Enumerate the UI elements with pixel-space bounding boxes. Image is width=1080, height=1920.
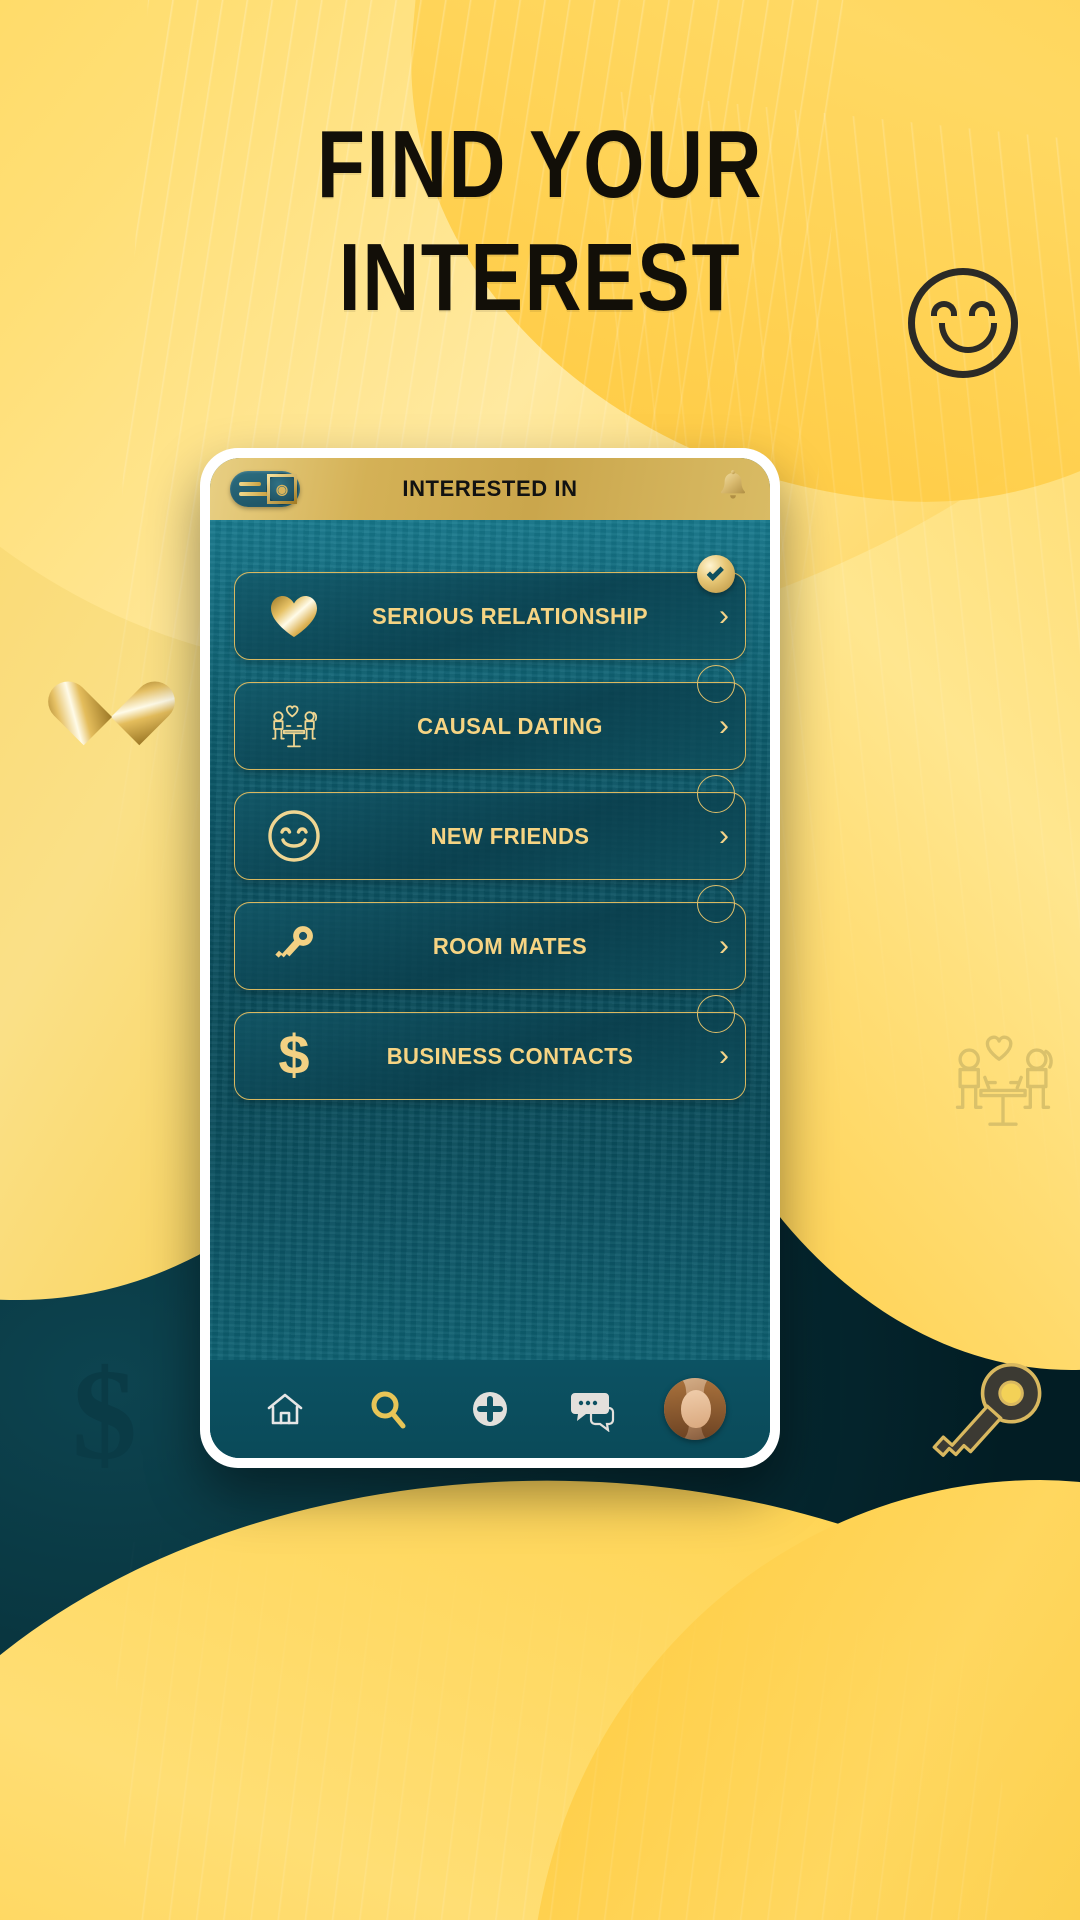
interest-label: BUSINESS CONTACTS <box>386 1042 634 1069</box>
couple-table-icon <box>261 697 327 755</box>
status-badge-unselected[interactable] <box>697 775 735 813</box>
nav-item-search[interactable] <box>355 1376 421 1442</box>
bell-icon[interactable] <box>716 469 750 510</box>
check-icon <box>706 563 725 581</box>
avatar <box>663 1378 726 1440</box>
phone-mockup: ◉ INTERESTED IN SERIOUS RELATIONSHIP › C… <box>200 448 780 1468</box>
promo-headline-line1: FIND YOUR <box>316 111 764 218</box>
interest-label: CAUSAL DATING <box>417 712 603 739</box>
avatar-face <box>680 1390 711 1428</box>
smiley-eye-right-icon <box>969 301 995 316</box>
dollar-sign-icon: $ <box>72 1343 137 1487</box>
svg-text:$: $ <box>278 1027 309 1085</box>
status-badge-unselected[interactable] <box>697 995 735 1033</box>
phone-screen: ◉ INTERESTED IN SERIOUS RELATIONSHIP › C… <box>210 458 770 1458</box>
smiley-icon <box>908 268 1018 378</box>
smiley-mouth-icon <box>939 323 997 353</box>
interest-label: ROOM MATES <box>432 932 588 959</box>
interest-card-room-mates[interactable]: ROOM MATES › <box>234 885 746 990</box>
menu-toggle-icon[interactable]: ◉ <box>230 471 300 507</box>
app-header: ◉ INTERESTED IN <box>210 458 770 520</box>
interest-card-causal-dating[interactable]: CAUSAL DATING › <box>234 665 746 770</box>
nav-item-messages[interactable] <box>559 1376 625 1442</box>
background-striations-bottom <box>108 1497 1012 1920</box>
key-icon <box>261 919 327 973</box>
interest-card-new-friends[interactable]: NEW FRIENDS › <box>234 775 746 880</box>
smiley-outline-icon <box>261 808 327 864</box>
key-icon <box>912 1345 1062 1500</box>
nav-item-profile[interactable] <box>662 1376 728 1442</box>
dollar-icon: $ <box>261 1027 327 1085</box>
status-badge-unselected[interactable] <box>697 885 735 923</box>
chevron-right-icon[interactable]: › <box>719 711 729 741</box>
gold-heart-icon <box>261 593 327 639</box>
chevron-right-icon[interactable]: › <box>719 931 729 961</box>
status-badge-unselected[interactable] <box>697 665 735 703</box>
interest-list: SERIOUS RELATIONSHIP › CAUSAL DATING › N… <box>210 520 770 1100</box>
interest-card-business-contacts[interactable]: $ BUSINESS CONTACTS › <box>234 995 746 1100</box>
promo-headline: FIND YOUR INTEREST <box>97 108 983 335</box>
nav-item-home[interactable] <box>252 1376 318 1442</box>
interest-card-serious-relationship[interactable]: SERIOUS RELATIONSHIP › <box>234 555 746 660</box>
couple-table-icon <box>938 1020 1068 1145</box>
app-body: SERIOUS RELATIONSHIP › CAUSAL DATING › N… <box>210 520 770 1458</box>
chevron-right-icon[interactable]: › <box>719 821 729 851</box>
smiley-eye-left-icon <box>931 301 957 316</box>
toggle-knob-icon: ◉ <box>267 474 297 504</box>
bottom-navigation <box>210 1360 770 1458</box>
interest-label: NEW FRIENDS <box>430 822 590 849</box>
chevron-right-icon[interactable]: › <box>719 601 729 631</box>
nav-item-add[interactable] <box>457 1376 523 1442</box>
interest-label: SERIOUS RELATIONSHIP <box>372 602 648 629</box>
chevron-right-icon[interactable]: › <box>719 1041 729 1071</box>
gold-heart-icon <box>72 655 150 727</box>
hamburger-bars-icon <box>239 482 269 496</box>
status-badge-selected[interactable] <box>697 555 735 593</box>
promo-headline-line2: INTEREST <box>338 224 742 332</box>
